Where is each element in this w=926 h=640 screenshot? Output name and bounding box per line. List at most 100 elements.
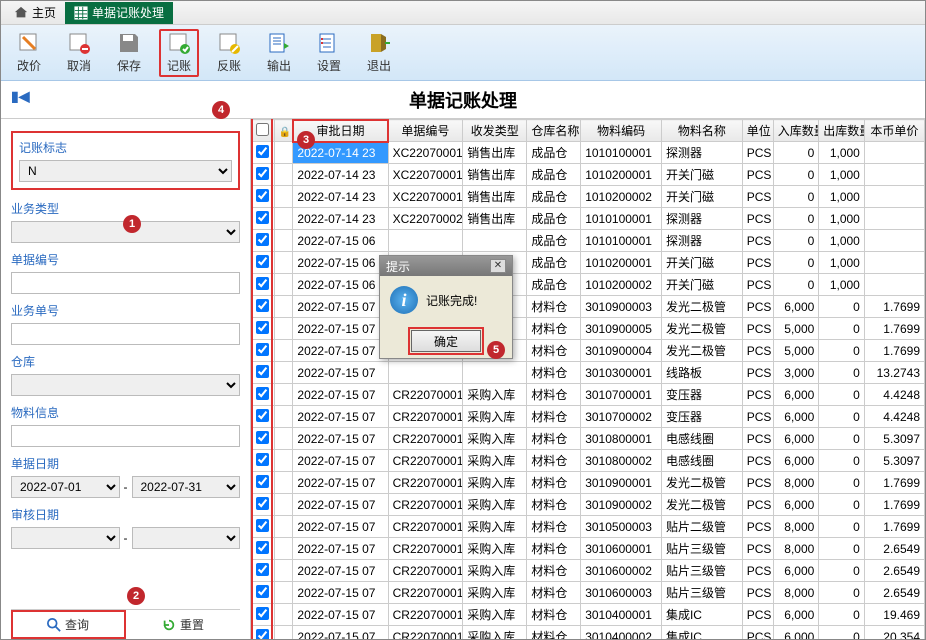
table-row[interactable]: 2022-07-15 07CR22070001采购入库材料仓3010800002… (252, 450, 925, 472)
row-checkbox-cell[interactable] (252, 208, 275, 230)
row-checkbox[interactable] (256, 365, 269, 378)
table-row[interactable]: 2022-07-14 23XC22070001销售出库成品仓1010200001… (252, 164, 925, 186)
toolbar-unpost-button[interactable]: 反账 (209, 29, 249, 77)
reset-button[interactable]: 重置 (126, 610, 240, 639)
nav-first-button[interactable]: ▮◀ (11, 89, 29, 106)
table-row[interactable]: 2022-07-15 07CR22070001采购入库材料仓3010400001… (252, 604, 925, 626)
row-checkbox-cell[interactable] (252, 516, 275, 538)
row-checkbox[interactable] (256, 255, 269, 268)
row-checkbox-cell[interactable] (252, 230, 275, 252)
table-row[interactable]: 2022-07-15 07CR22070001采购入库材料仓3010600002… (252, 560, 925, 582)
row-checkbox[interactable] (256, 585, 269, 598)
row-checkbox-cell[interactable] (252, 296, 275, 318)
header-outqty[interactable]: 出库数量 (819, 120, 865, 142)
table-row[interactable]: 2022-07-15 06成品仓1010200001开关门磁PCS01,000 (252, 252, 925, 274)
dialog-close-button[interactable]: ✕ (490, 259, 506, 273)
filter-docdate-from[interactable]: 2022-07-01 (11, 476, 120, 498)
query-button[interactable]: 查询 (11, 610, 126, 639)
row-checkbox-cell[interactable] (252, 428, 275, 450)
filter-wh-select[interactable] (11, 374, 240, 396)
row-checkbox[interactable] (256, 343, 269, 356)
header-whname[interactable]: 仓库名称 (527, 120, 581, 142)
row-checkbox-cell[interactable] (252, 252, 275, 274)
row-checkbox[interactable] (256, 563, 269, 576)
row-checkbox[interactable] (256, 519, 269, 532)
row-checkbox[interactable] (256, 431, 269, 444)
table-row[interactable]: 2022-07-15 07材料仓3010900003发光二极管PCS6,0000… (252, 296, 925, 318)
table-row[interactable]: 2022-07-15 07材料仓3010300001线路板PCS3,000013… (252, 362, 925, 384)
filter-docdate-to[interactable]: 2022-07-31 (132, 476, 241, 498)
row-checkbox[interactable] (256, 629, 269, 640)
toolbar-cancel-button[interactable]: 取消 (59, 29, 99, 77)
row-checkbox[interactable] (256, 387, 269, 400)
row-checkbox-cell[interactable] (252, 604, 275, 626)
filter-auditdate-from[interactable] (11, 527, 120, 549)
toolbar-exit-button[interactable]: 退出 (359, 29, 399, 77)
table-row[interactable]: 2022-07-15 07CR22070001采购入库材料仓3010700001… (252, 384, 925, 406)
row-checkbox-cell[interactable] (252, 340, 275, 362)
header-matname[interactable]: 物料名称 (661, 120, 742, 142)
row-checkbox[interactable] (256, 233, 269, 246)
row-checkbox-cell[interactable] (252, 142, 275, 164)
row-checkbox[interactable] (256, 497, 269, 510)
table-row[interactable]: 2022-07-15 07CR22070001采购入库材料仓3010800001… (252, 428, 925, 450)
toolbar-export-button[interactable]: 输出 (259, 29, 299, 77)
table-row[interactable]: 2022-07-15 07CR22070001采购入库材料仓3010600001… (252, 538, 925, 560)
row-checkbox-cell[interactable] (252, 318, 275, 340)
toolbar-save-button[interactable]: 保存 (109, 29, 149, 77)
filter-flag-select[interactable]: N (19, 160, 232, 182)
row-checkbox[interactable] (256, 145, 269, 158)
table-row[interactable]: 2022-07-14 23XC22070001销售出库成品仓1010100001… (252, 142, 925, 164)
table-row[interactable]: 2022-07-14 23XC22070002销售出库成品仓1010100001… (252, 208, 925, 230)
row-checkbox-cell[interactable] (252, 538, 275, 560)
header-matcode[interactable]: 物料编码 (581, 120, 662, 142)
toolbar-settings-button[interactable]: 设置 (309, 29, 349, 77)
table-row[interactable]: 2022-07-15 06成品仓1010100001探测器PCS01,000 (252, 230, 925, 252)
row-checkbox[interactable] (256, 541, 269, 554)
filter-mat-input[interactable] (11, 425, 240, 447)
header-check[interactable] (252, 120, 275, 142)
row-checkbox-cell[interactable] (252, 626, 275, 640)
row-checkbox-cell[interactable] (252, 494, 275, 516)
filter-bizno-input[interactable] (11, 323, 240, 345)
header-trxtype[interactable]: 收发类型 (463, 120, 527, 142)
header-inqty[interactable]: 入库数量 (773, 120, 819, 142)
table-row[interactable]: 2022-07-15 07CR22070001采购入库材料仓3010700002… (252, 406, 925, 428)
table-row[interactable]: 2022-07-15 07材料仓3010900005发光二极管PCS5,0000… (252, 318, 925, 340)
row-checkbox[interactable] (256, 189, 269, 202)
row-checkbox[interactable] (256, 321, 269, 334)
row-checkbox-cell[interactable] (252, 384, 275, 406)
table-row[interactable]: 2022-07-15 07CR22070001采购入库材料仓3010400002… (252, 626, 925, 640)
table-row[interactable]: 2022-07-15 07CR22070001采购入库材料仓3010900001… (252, 472, 925, 494)
row-checkbox-cell[interactable] (252, 582, 275, 604)
row-checkbox[interactable] (256, 277, 269, 290)
dialog-ok-button[interactable]: 确定 (411, 330, 481, 352)
row-checkbox[interactable] (256, 299, 269, 312)
table-row[interactable]: 2022-07-15 07CR22070001采购入库材料仓3010600003… (252, 582, 925, 604)
row-checkbox[interactable] (256, 211, 269, 224)
row-checkbox-cell[interactable] (252, 472, 275, 494)
row-checkbox-cell[interactable] (252, 362, 275, 384)
row-checkbox[interactable] (256, 409, 269, 422)
row-checkbox[interactable] (256, 607, 269, 620)
header-docno[interactable]: 单据编号 (388, 120, 463, 142)
header-price[interactable]: 本币单价 (864, 120, 924, 142)
row-checkbox-cell[interactable] (252, 164, 275, 186)
table-row[interactable]: 2022-07-15 07材料仓3010900004发光二极管PCS5,0000… (252, 340, 925, 362)
table-row[interactable]: 2022-07-15 07CR22070001采购入库材料仓3010900002… (252, 494, 925, 516)
filter-auditdate-to[interactable] (132, 527, 241, 549)
filter-docno-input[interactable] (11, 272, 240, 294)
row-checkbox-cell[interactable] (252, 450, 275, 472)
tab-current[interactable]: 单据记账处理 (65, 2, 173, 24)
table-row[interactable]: 2022-07-15 06成品仓1010200002开关门磁PCS01,000 (252, 274, 925, 296)
check-all[interactable] (256, 123, 269, 136)
table-row[interactable]: 2022-07-15 07CR22070001采购入库材料仓3010500003… (252, 516, 925, 538)
row-checkbox[interactable] (256, 167, 269, 180)
toolbar-post-button[interactable]: 记账 (159, 29, 199, 77)
row-checkbox[interactable] (256, 475, 269, 488)
row-checkbox-cell[interactable] (252, 406, 275, 428)
toolbar-price-button[interactable]: 改价 (9, 29, 49, 77)
table-row[interactable]: 2022-07-14 23XC22070001销售出库成品仓1010200002… (252, 186, 925, 208)
row-checkbox[interactable] (256, 453, 269, 466)
row-checkbox-cell[interactable] (252, 274, 275, 296)
